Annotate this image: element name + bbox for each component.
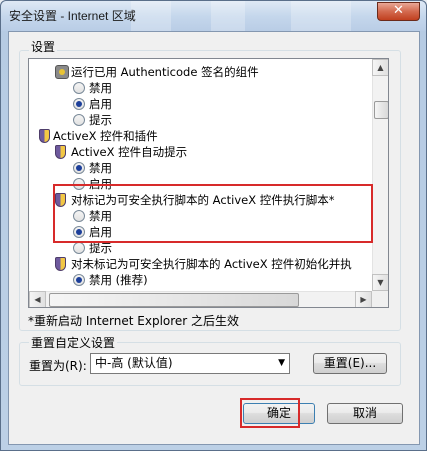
option-row[interactable]: 禁用 (推荐)	[29, 272, 372, 288]
reset-to-label: 重置为(R):	[29, 359, 87, 373]
annotation-highlight-setting	[53, 184, 373, 243]
restart-note: *重新启动 Internet Explorer 之后生效	[28, 314, 240, 328]
annotation-highlight-ok	[240, 398, 300, 428]
scroll-up-button[interactable]: ▲	[372, 59, 388, 76]
reset-group-label: 重置自定义设置	[29, 334, 118, 351]
setting-row[interactable]: ActiveX 控件自动提示	[29, 144, 372, 160]
horizontal-scrollbar[interactable]: ◀ ▶	[29, 291, 372, 307]
window-title: 安全设置 - Internet 区域	[9, 9, 136, 23]
option-radio[interactable]	[73, 274, 85, 286]
option-label: 禁用	[89, 81, 112, 95]
option-row[interactable]: 启用	[29, 96, 372, 112]
setting-label: 运行已用 Authenticode 签名的组件	[71, 65, 259, 79]
title-glass-decor	[211, 1, 245, 31]
category-row[interactable]: ActiveX 控件和插件	[29, 128, 372, 144]
settings-tree[interactable]: 运行已用 Authenticode 签名的组件 禁用 启用 提示 ActiveX 控件和…	[28, 58, 389, 308]
setting-row[interactable]: 对未标记为可安全执行脚本的 ActiveX 控件初始化并执	[29, 256, 372, 272]
setting-label: 对未标记为可安全执行脚本的 ActiveX 控件初始化并执	[71, 257, 352, 271]
scroll-down-button[interactable]: ▼	[372, 274, 388, 291]
scroll-right-button[interactable]: ▶	[355, 291, 372, 307]
title-glass-decor	[291, 1, 351, 31]
option-label: 提示	[89, 113, 112, 127]
option-radio[interactable]	[73, 242, 85, 254]
vertical-scrollbar[interactable]: ▲ ▼	[372, 59, 388, 291]
chevron-down-icon: ▼	[278, 358, 285, 368]
cancel-button[interactable]: 取消	[327, 403, 403, 424]
option-label: 启用	[89, 97, 112, 111]
setting-label: ActiveX 控件自动提示	[71, 145, 188, 159]
option-radio[interactable]	[73, 82, 85, 94]
option-row[interactable]: 禁用	[29, 80, 372, 96]
security-level-select[interactable]: 中-高 (默认值) ▼	[90, 353, 290, 374]
reset-button[interactable]: 重置(E)...	[313, 353, 387, 374]
option-radio[interactable]	[73, 114, 85, 126]
option-radio[interactable]	[73, 162, 85, 174]
shield-icon	[39, 129, 50, 143]
close-button[interactable]: ✕	[377, 2, 420, 21]
title-bar[interactable]: 安全设置 - Internet 区域 ✕	[1, 1, 426, 31]
vertical-scroll-thumb[interactable]	[374, 101, 388, 119]
setting-row[interactable]: 运行已用 Authenticode 签名的组件	[29, 64, 372, 80]
category-label: ActiveX 控件和插件	[53, 129, 158, 143]
scroll-left-button[interactable]: ◀	[29, 291, 46, 307]
title-glass-decor	[131, 1, 171, 31]
shield-icon	[55, 257, 66, 271]
gear-icon	[55, 65, 69, 79]
security-settings-window: 安全设置 - Internet 区域 ✕ 设置 运行已用 Authenticod…	[0, 0, 427, 451]
option-label: 禁用	[89, 161, 112, 175]
security-level-value: 中-高 (默认值)	[95, 356, 173, 370]
settings-group-label: 设置	[29, 38, 58, 55]
option-radio[interactable]	[73, 98, 85, 110]
option-row[interactable]: 禁用	[29, 160, 372, 176]
option-row[interactable]: 提示	[29, 112, 372, 128]
scrollbar-corner	[372, 291, 388, 307]
shield-icon	[55, 145, 66, 159]
option-label: 禁用 (推荐)	[89, 273, 148, 287]
horizontal-scroll-thumb[interactable]	[49, 293, 299, 307]
close-icon: ✕	[393, 3, 404, 18]
